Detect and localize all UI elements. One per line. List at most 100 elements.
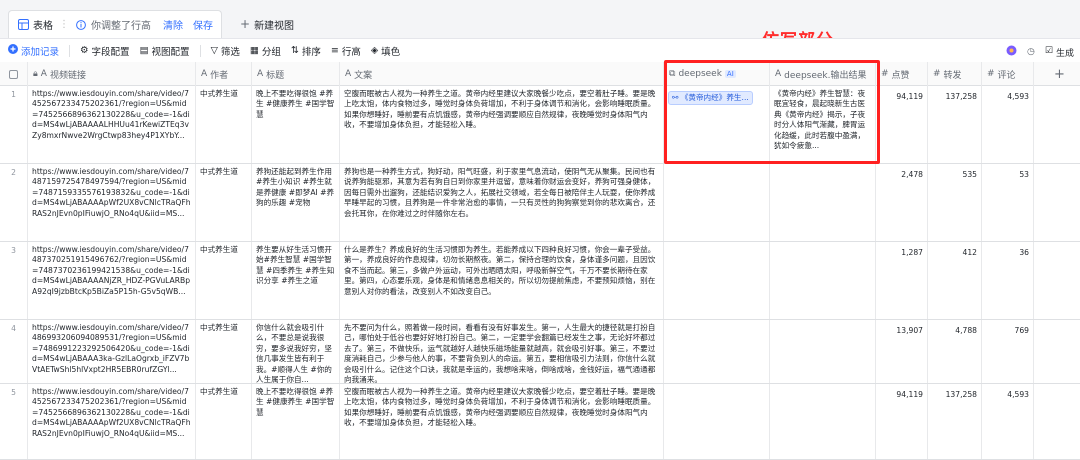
title-cell[interactable]: 你信什么就会吸引什么，不要总是说我很穷，要多说我好穷，坚信几事发生皆有利于我。#… [252, 320, 340, 383]
add-circle-icon [8, 44, 18, 57]
shares-cell[interactable]: 4,788 [928, 320, 982, 383]
text-field-icon: A [40, 69, 47, 79]
comments-cell[interactable]: 769 [982, 320, 1034, 383]
view-config-label: 视图配置 [151, 46, 190, 58]
title-cell[interactable]: 晚上不要吃得很饱 #养生 #健康养生 #国学智慧 [252, 86, 340, 163]
shares-cell[interactable]: 535 [928, 164, 982, 241]
comments-cell[interactable]: 4,593 [982, 384, 1034, 459]
save-button[interactable]: 保存 [193, 17, 213, 32]
shares-cell[interactable]: 412 [928, 242, 982, 319]
info-icon [75, 19, 87, 31]
likes-cell[interactable]: 94,119 [876, 86, 928, 163]
deepseek-cell[interactable] [664, 320, 770, 383]
likes-cell[interactable]: 13,907 [876, 320, 928, 383]
column-label: 文案 [354, 70, 373, 81]
fill-color-label: 填色 [381, 46, 401, 58]
row-height-button[interactable]: ≡ 行高 [331, 44, 361, 58]
comments-cell[interactable]: 36 [982, 242, 1034, 319]
output-cell[interactable] [770, 384, 876, 459]
history-icon[interactable]: ◷ [1027, 47, 1035, 57]
row-number: 5 [0, 384, 28, 459]
text-field-icon: A [345, 69, 352, 79]
lock-icon: 🔒︎ [33, 69, 38, 79]
column-header-copy[interactable]: A 文案 [340, 62, 664, 86]
new-view-button[interactable]: + 新建视图 [240, 17, 294, 32]
column-label: 标题 [266, 70, 285, 81]
toolbar: 添加记录 ⚙ 字段配置 ▤ 视图配置 ▽ 筛选 ▦ 分组 ⇅ 排序 ≡ 行高 ◈ 填色 ◷ ☑… [0, 38, 1080, 62]
table-row[interactable]: 1 https://www.iesdouyin.com/share/video/7… [0, 86, 1080, 164]
comments-cell[interactable]: 53 [982, 164, 1034, 241]
table-row[interactable]: 5 https://www.iesdouyin.com/share/video/7… [0, 384, 1080, 460]
row-height-label: 行高 [341, 46, 361, 58]
column-header-deepseek[interactable]: ⧉ deepseek AI [664, 62, 770, 86]
deepseek-cell[interactable] [664, 242, 770, 319]
copy-cell[interactable]: 养狗也是一种养生方式，狗好动，阳气旺盛，利于家里气息流动，使阴气无从聚集。民间也… [340, 164, 664, 241]
author-cell[interactable]: 中式养生道 [196, 86, 252, 163]
ai-orb-icon[interactable] [1006, 45, 1017, 59]
paint-bucket-icon: ◈ [370, 45, 379, 56]
author-cell[interactable]: 中式养生道 [196, 164, 252, 241]
table-row[interactable]: 3 https://www.iesdouyin.com/share/video/7… [0, 242, 1080, 320]
deepseek-cell[interactable] [664, 384, 770, 459]
likes-cell[interactable]: 1,287 [876, 242, 928, 319]
author-cell[interactable]: 中式养生道 [196, 242, 252, 319]
video-link-cell[interactable]: https://www.iesdouyin.com/share/video/74… [28, 164, 196, 241]
shares-cell[interactable]: 137,258 [928, 86, 982, 163]
tab-more-icon[interactable]: ⋮ [59, 19, 69, 30]
column-header-author[interactable]: A 作者 [196, 62, 252, 86]
table-row[interactable]: 2 https://www.iesdouyin.com/share/video/7… [0, 164, 1080, 242]
copy-cell[interactable]: 空腹而眠被古人视为一种养生之道。黄帝内经里建议大家晚餐少吃点，要空着肚子睡。要是… [340, 384, 664, 459]
shares-cell[interactable]: 137,258 [928, 384, 982, 459]
comments-cell[interactable]: 4,593 [982, 86, 1034, 163]
generate-label: 生成 [1055, 48, 1074, 59]
number-field-icon: # [987, 69, 995, 79]
sort-button[interactable]: ⇅ 排序 [291, 44, 321, 58]
group-button[interactable]: ▦ 分组 [250, 44, 281, 58]
column-header-shares[interactable]: # 转发 [928, 62, 982, 86]
deepseek-cell[interactable] [664, 164, 770, 241]
output-cell[interactable] [770, 164, 876, 241]
deepseek-tag[interactable]: ⚯ 《黄帝内经》养生... [668, 91, 753, 106]
view-tabbar: 表格 ⋮ 你调整了行高 清除 保存 + 新建视图 [0, 0, 1080, 38]
column-header-comments[interactable]: # 评论 [982, 62, 1034, 86]
add-record-button[interactable]: 添加记录 [8, 44, 59, 58]
output-cell[interactable] [770, 242, 876, 319]
generate-button[interactable]: ☑ 生成 [1045, 46, 1074, 59]
copy-cell[interactable]: 空腹而眠被古人视为一种养生之道。黄帝内经里建议大家晚餐少吃点，要空着肚子睡。要是… [340, 86, 664, 163]
number-field-icon: # [933, 69, 941, 79]
likes-cell[interactable]: 94,119 [876, 384, 928, 459]
output-cell[interactable]: 《黄帝内经》养生智慧：夜眠宜轻食，晨起晓新生古医典《黄帝内经》揭示，子夜时分人体… [770, 86, 876, 163]
filter-button[interactable]: ▽ 筛选 [211, 44, 240, 58]
deepseek-cell[interactable]: ⚯ 《黄帝内经》养生... [664, 86, 770, 163]
column-header-link[interactable]: 🔒︎ A 视频链接 [28, 62, 196, 86]
video-link-cell[interactable]: https://www.iesdouyin.com/share/video/74… [28, 86, 196, 163]
table-row[interactable]: 4 https://www.iesdouyin.com/share/video/7… [0, 320, 1080, 384]
title-cell[interactable]: 养狗还能起到养生作用 #养生小知识 #养生就是养健康 #即梦AI #养狗的乐趣 … [252, 164, 340, 241]
video-link-cell[interactable]: https://www.iesdouyin.com/share/video/74… [28, 242, 196, 319]
tab-table-view[interactable]: 表格 ⋮ 你调整了行高 清除 保存 [8, 10, 222, 38]
output-cell[interactable] [770, 320, 876, 383]
field-config-button[interactable]: ⚙ 字段配置 [80, 44, 130, 58]
video-link-cell[interactable]: https://www.iesdouyin.com/share/video/74… [28, 320, 196, 383]
empty-cell [1034, 164, 1080, 241]
copy-cell[interactable]: 什么是养生？养成良好的生活习惯即为养生。若能养成以下四种良好习惯，你会一辈子受益… [340, 242, 664, 319]
clear-button[interactable]: 清除 [163, 17, 183, 32]
filter-icon: ▽ [210, 45, 218, 56]
title-cell[interactable]: 晚上不要吃得很饱 #养生 #健康养生 #国学智慧 [252, 384, 340, 459]
select-all-checkbox[interactable] [0, 62, 28, 86]
column-header-likes[interactable]: # 点赞 [876, 62, 928, 86]
new-view-label: 新建视图 [254, 20, 295, 32]
column-label: 转发 [943, 70, 962, 81]
column-header-title[interactable]: A 标题 [252, 62, 340, 86]
empty-cell [1034, 86, 1080, 163]
fill-color-button[interactable]: ◈ 填色 [371, 44, 400, 58]
copy-cell[interactable]: 先不要问为什么，照着做一段时间，看看有没有好事发生。第一，人生最大的捷径就是打扮… [340, 320, 664, 383]
column-header-output[interactable]: Adeepseek.输出结果 [770, 62, 876, 86]
add-column-button[interactable]: + [1034, 62, 1080, 86]
author-cell[interactable]: 中式养生道 [196, 320, 252, 383]
likes-cell[interactable]: 2,478 [876, 164, 928, 241]
author-cell[interactable]: 中式养生道 [196, 384, 252, 459]
video-link-cell[interactable]: https://www.iesdouyin.com/share/video/74… [28, 384, 196, 459]
title-cell[interactable]: 养生要从好生活习惯开始#养生智慧 #国学智慧 #四季养生 #养生知识分享 #养生… [252, 242, 340, 319]
view-config-button[interactable]: ▤ 视图配置 [140, 44, 190, 58]
